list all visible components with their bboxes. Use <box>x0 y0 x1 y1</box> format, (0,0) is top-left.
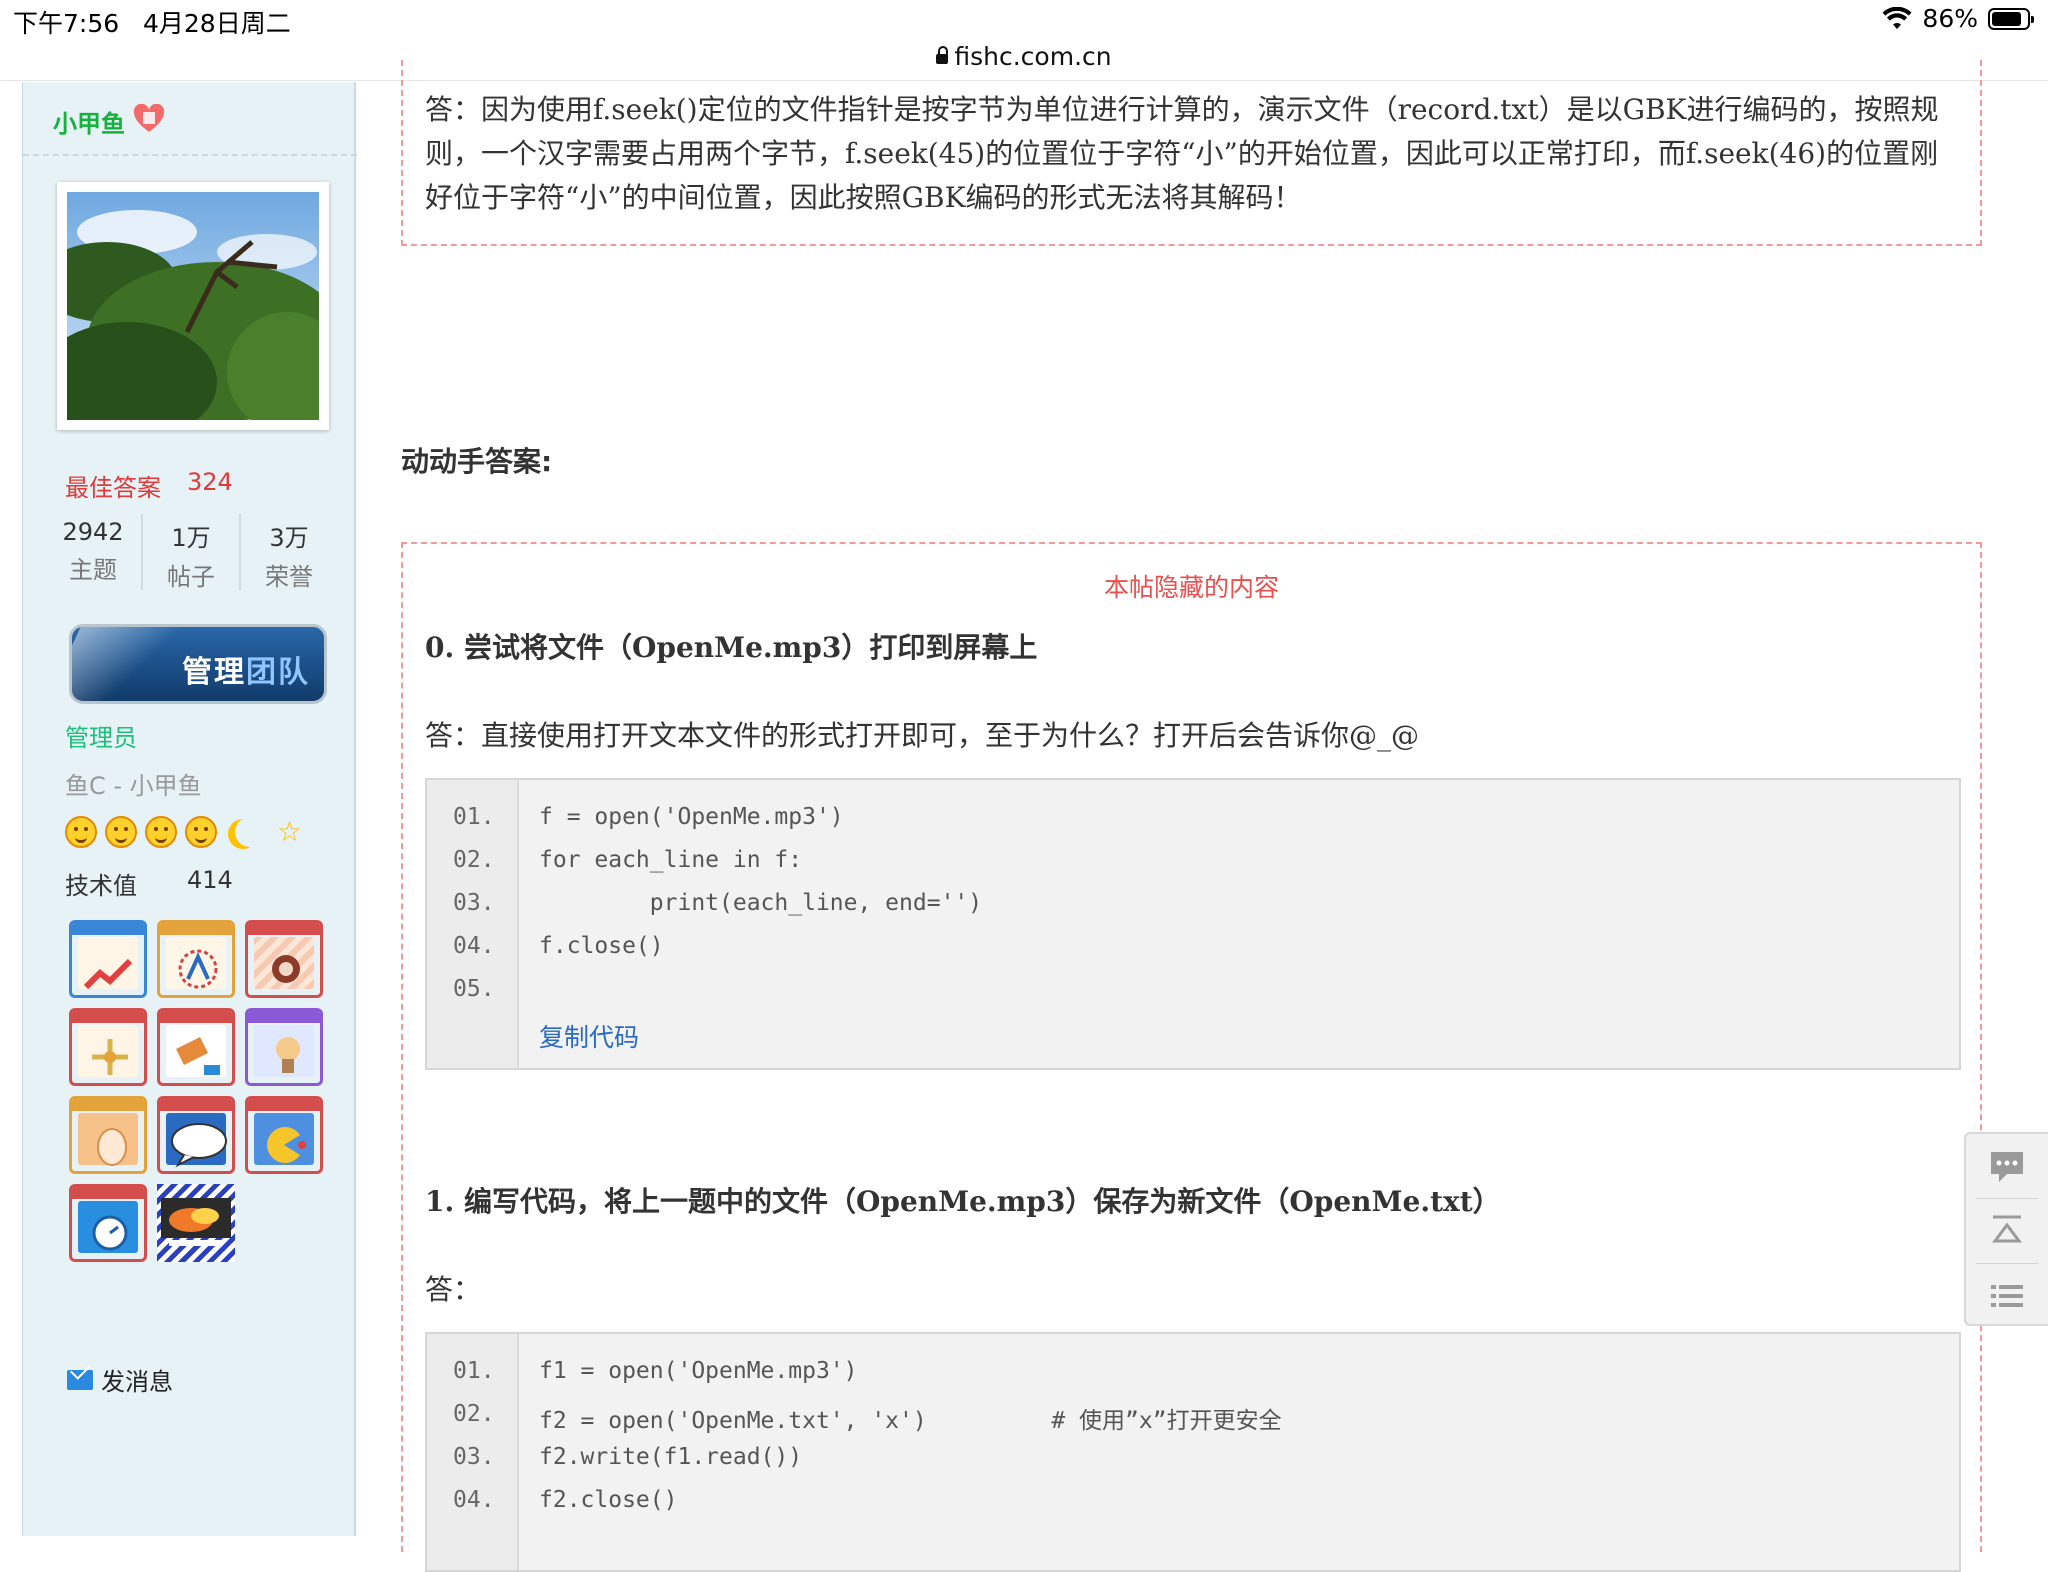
hidden-content-box-previous: 答：因为使用f.seek()定位的文件指针是按字节为单位进行计算的，演示文件（r… <box>401 60 1982 246</box>
send-message-link[interactable]: 发消息 <box>67 1362 173 1397</box>
atom-medal-icon[interactable] <box>157 920 235 998</box>
line-number: 02. <box>453 1401 495 1427</box>
sun-level-icon <box>185 816 217 848</box>
back-to-top-button[interactable] <box>1966 1199 2048 1263</box>
wifi-icon <box>1882 6 1912 29</box>
envelope-icon <box>67 1369 93 1390</box>
pacman-medal-icon[interactable] <box>245 1096 323 1174</box>
line-number: 04. <box>453 1487 495 1513</box>
line-number: 03. <box>453 1444 495 1470</box>
list-icon <box>1991 1285 2023 1307</box>
code-line: f1 = open('OpenMe.mp3') <box>539 1358 858 1384</box>
code-line: f.close() <box>539 933 664 959</box>
question-0: 0. 尝试将文件（OpenMe.mp3）打印到屏幕上 <box>425 631 1038 664</box>
table-of-contents-button[interactable] <box>1966 1264 2048 1328</box>
moon-level-icon <box>235 817 265 847</box>
stat-topics[interactable]: 2942 主题 <box>45 518 141 585</box>
tech-label: 技术值 <box>65 872 137 900</box>
answer-1: 答： <box>425 1273 482 1306</box>
code-line: print(each_line, end='') <box>539 890 983 916</box>
previous-answer-text: 答：因为使用f.seek()定位的文件指针是按字节为单位进行计算的，演示文件（r… <box>425 93 1939 214</box>
fire-medal-icon[interactable] <box>157 1184 235 1262</box>
back-to-top-icon <box>1992 1215 2022 1243</box>
code-block-0: 01. 02. 03. 04. 05. f = open('OpenMe.mp3… <box>425 778 1961 1070</box>
heart-badge-icon <box>133 104 165 132</box>
user-profile-sidebar: 小甲鱼 最佳答案 324 2942 主题 1万 帖子 3万 荣誉 管理团队 管理员 鱼… <box>22 82 357 1536</box>
speech-medal-icon[interactable] <box>157 1096 235 1174</box>
user-title: 鱼C - 小甲鱼 <box>65 772 202 800</box>
line-number: 02. <box>453 847 495 873</box>
sun-level-icon <box>105 816 137 848</box>
management-team-button[interactable]: 管理团队 <box>69 624 327 704</box>
bulb-medal-icon[interactable] <box>245 1008 323 1086</box>
answer-0: 答：直接使用打开文本文件的形式打开即可，至于为什么？打开后会告诉你@_@ <box>425 719 1420 752</box>
stat-posts[interactable]: 1万 帖子 <box>143 518 239 592</box>
floating-toolbar <box>1964 1132 2048 1326</box>
user-role: 管理员 <box>65 724 137 752</box>
battery-percent: 86% <box>1922 4 1978 33</box>
comment-icon <box>1991 1152 2023 1182</box>
best-answer-count: 324 <box>187 468 233 496</box>
comment-button[interactable] <box>1966 1134 2048 1198</box>
line-number: 03. <box>453 890 495 916</box>
line-number: 04. <box>453 933 495 959</box>
question-1: 1. 编写代码，将上一题中的文件（OpenMe.mp3）保存为新文件（OpenM… <box>425 1185 1501 1218</box>
code-line: f2 = open('OpenMe.txt', 'x') # 使用”x”打开更安… <box>539 1408 1282 1434</box>
code-line: f2.write(f1.read()) <box>539 1444 803 1470</box>
username-link[interactable]: 小甲鱼 <box>53 104 125 139</box>
star-level-icon: ☆ <box>277 815 303 848</box>
copy-code-button[interactable]: 复制代码 <box>539 1018 639 1054</box>
avatar[interactable] <box>57 182 329 430</box>
code-block-1: 01. 02. 03. 04. f1 = open('OpenMe.mp3') … <box>425 1332 1961 1572</box>
best-answer-label: 最佳答案 <box>65 474 161 502</box>
code-line: for each_line in f: <box>539 847 803 873</box>
shield-medal-icon[interactable] <box>245 920 323 998</box>
code-line: f2.close() <box>539 1487 678 1513</box>
sun-level-icon <box>65 816 97 848</box>
cross-medal-icon[interactable] <box>69 1008 147 1086</box>
chart-medal-icon[interactable] <box>69 920 147 998</box>
egg-medal-icon[interactable] <box>69 1096 147 1174</box>
tech-value: 414 <box>187 866 233 894</box>
divider <box>23 154 357 156</box>
clock-medal-icon[interactable] <box>69 1184 147 1262</box>
avatar-image <box>67 192 319 420</box>
section-title: 动动手答案: <box>401 445 553 478</box>
line-number: 01. <box>453 1358 495 1384</box>
level-icons: ☆ <box>65 816 302 848</box>
line-number: 01. <box>453 804 495 830</box>
stat-honor[interactable]: 3万 荣誉 <box>241 518 337 592</box>
sun-level-icon <box>145 816 177 848</box>
battery-icon <box>1988 7 2034 30</box>
hidden-content-box: 本帖隐藏的内容 0. 尝试将文件（OpenMe.mp3）打印到屏幕上 答：直接使… <box>401 542 1982 1572</box>
hidden-content-label: 本帖隐藏的内容 <box>1103 573 1279 602</box>
code-line: f = open('OpenMe.mp3') <box>539 804 844 830</box>
line-number: 05. <box>453 976 495 1002</box>
status-bar: 下午7:56 4月28日周二 86% <box>0 0 2048 40</box>
pen-medal-icon[interactable] <box>157 1008 235 1086</box>
status-time: 下午7:56 4月28日周二 <box>13 9 291 38</box>
